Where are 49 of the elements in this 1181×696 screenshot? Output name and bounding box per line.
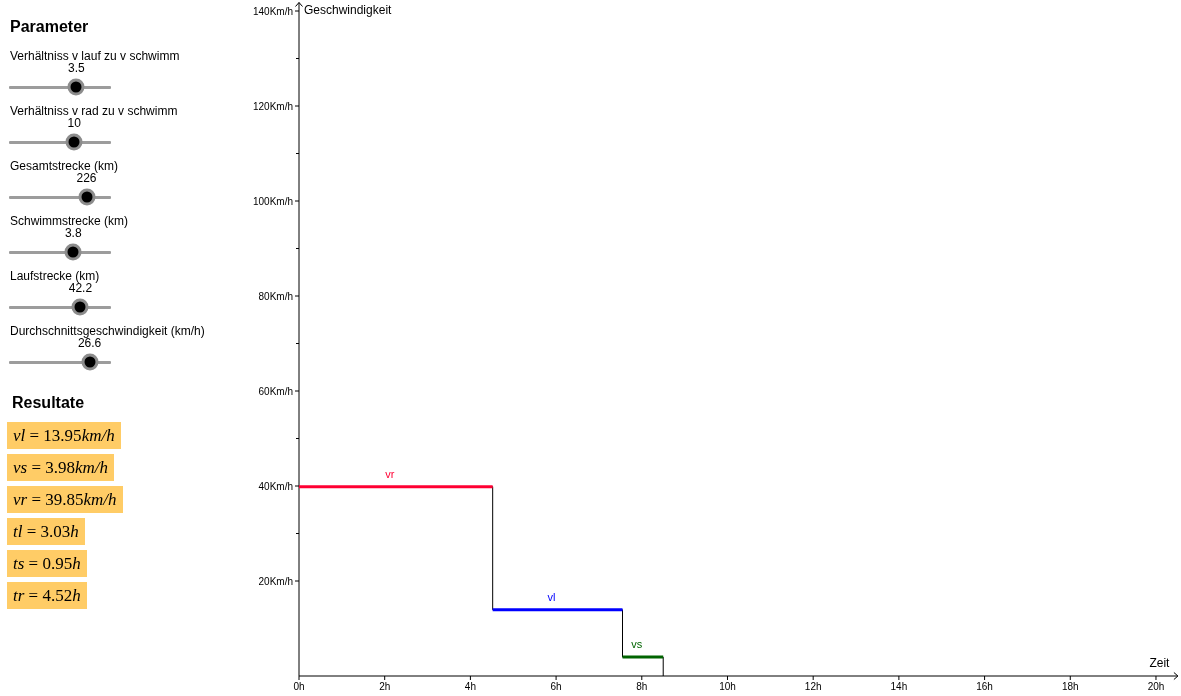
slider-handle[interactable]: [78, 188, 95, 206]
tick-label: 10h: [719, 681, 736, 692]
tick-label: 20Km/h: [258, 575, 293, 587]
tick-label: 6h: [550, 681, 562, 692]
slider-value: 3.5: [67, 62, 85, 75]
tick-label: 120Km/h: [252, 100, 293, 112]
result-formula: tl = 3.03h: [7, 518, 85, 545]
slider-label: Verhältniss v lauf zu v schwimm: [9, 50, 181, 62]
axis-title: Zeit: [1149, 656, 1170, 670]
result-formula: ts = 0.95h: [7, 550, 87, 577]
slider-value: 226: [76, 172, 97, 185]
tick-label: 40Km/h: [258, 480, 293, 492]
section-heading: Resultate: [11, 393, 86, 413]
slider-handle[interactable]: [67, 78, 85, 96]
tick-label: 16h: [976, 681, 993, 692]
slider-value: 10: [67, 117, 81, 130]
series-label: vr: [385, 467, 395, 480]
axis-title: Geschwindigkeit: [304, 3, 392, 17]
tick-label: 12h: [804, 681, 822, 692]
slider-handle[interactable]: [64, 243, 82, 261]
slider-handle[interactable]: [71, 298, 89, 316]
tick-label: 60Km/h: [258, 385, 293, 397]
slider-label: Gesamtstrecke (km): [9, 160, 119, 172]
series-label: vs: [631, 638, 643, 651]
slider-value: 26.6: [77, 337, 102, 350]
tick-label: 18h: [1061, 681, 1079, 692]
tick-label: 140Km/h: [252, 5, 293, 17]
tick-label: 14h: [890, 681, 908, 692]
section-heading: Parameter: [9, 17, 90, 37]
tick-label: 0h: [293, 681, 305, 692]
series-label: vl: [547, 590, 556, 603]
tick-label: 4h: [464, 681, 476, 692]
tick-label: 2h: [379, 681, 391, 692]
slider-label: Laufstrecke (km): [9, 270, 101, 282]
slider-value: 3.8: [64, 227, 82, 240]
slider-label: Durchschnittsgeschwindigkeit (km/h): [9, 325, 206, 337]
slider-value: 42.2: [68, 282, 93, 295]
slider-label: Verhältniss v rad zu v schwimm: [9, 105, 179, 117]
result-formula: vr = 39.85km/h: [7, 486, 123, 513]
slider-label: Schwimmstrecke (km): [9, 215, 129, 227]
tick-label: 20h: [1147, 681, 1165, 692]
slider-handle[interactable]: [81, 353, 99, 371]
tick-label: 100Km/h: [252, 195, 293, 207]
result-formula: tr = 4.52h: [7, 582, 87, 609]
tick-label: 8h: [636, 681, 648, 692]
result-formula: vs = 3.98km/h: [7, 454, 115, 481]
tick-label: 80Km/h: [258, 290, 293, 302]
result-formula: vl = 13.95km/h: [7, 422, 121, 449]
slider-handle[interactable]: [65, 133, 83, 151]
